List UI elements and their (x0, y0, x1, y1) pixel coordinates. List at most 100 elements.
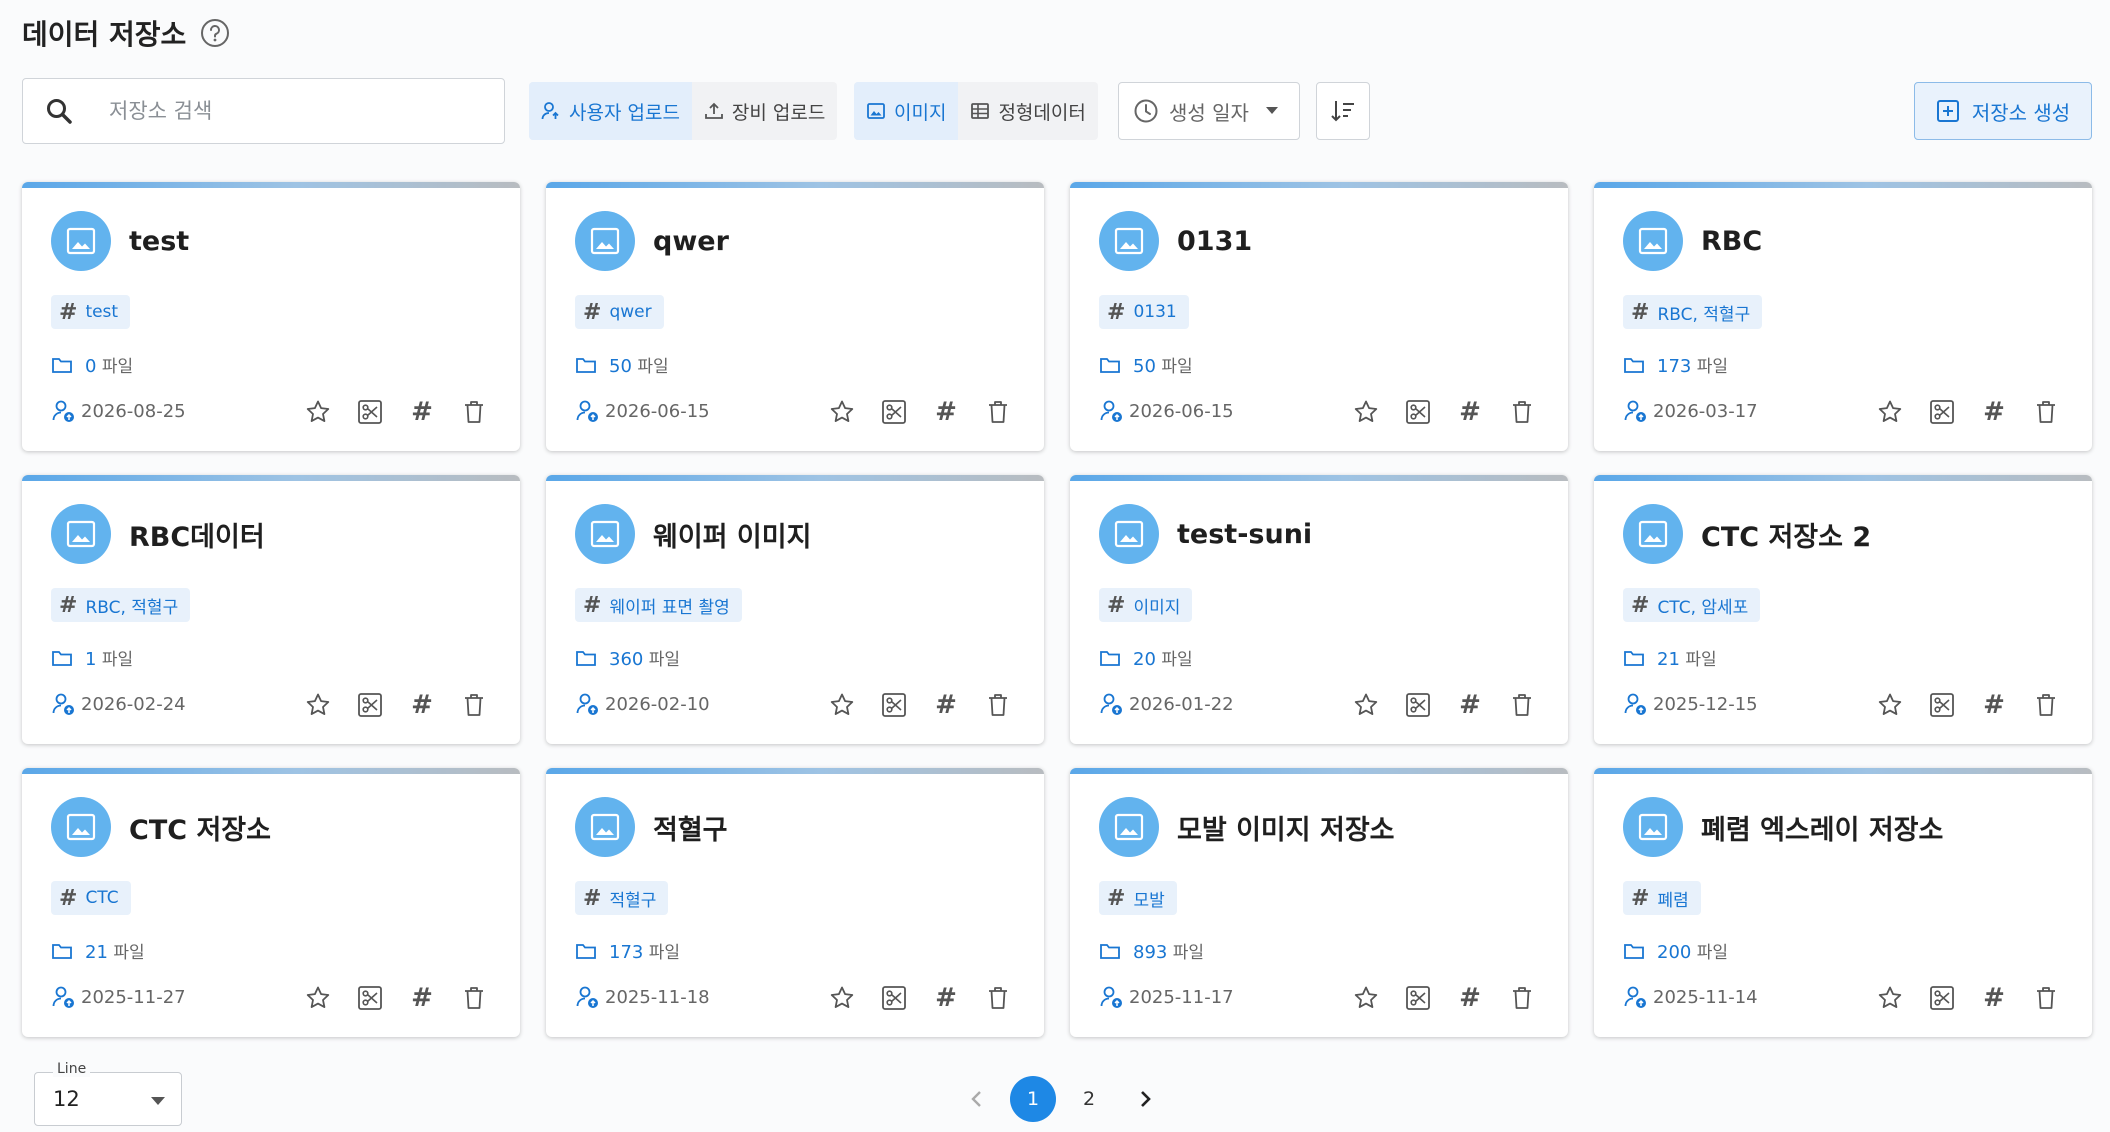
cut-icon[interactable] (878, 982, 910, 1014)
sort-field-select[interactable]: 생성 일자 (1118, 82, 1300, 140)
file-count: 173 파일 (575, 938, 680, 963)
tag-edit-icon[interactable]: # (1978, 689, 2010, 721)
cut-icon[interactable] (1926, 689, 1958, 721)
created-date: 2025-11-17 (1099, 984, 1234, 1010)
card-actions: # (1874, 396, 2062, 428)
file-count-value: 0 (85, 356, 97, 377)
repository-card[interactable]: 웨이퍼 이미지 # 웨이퍼 표면 촬영 360 파일 2026-02-10 # (546, 475, 1044, 744)
tag-edit-icon[interactable]: # (406, 982, 438, 1014)
rows-per-page-select[interactable]: Line 12 (34, 1061, 182, 1126)
delete-trash-icon[interactable] (1506, 689, 1538, 721)
filter-user-upload[interactable]: 사용자 업로드 (529, 82, 692, 140)
favorite-star-icon[interactable] (302, 982, 334, 1014)
delete-trash-icon[interactable] (458, 982, 490, 1014)
cut-icon[interactable] (1926, 396, 1958, 428)
delete-trash-icon[interactable] (2030, 396, 2062, 428)
tag-edit-icon[interactable]: # (1454, 689, 1486, 721)
page-header: 데이터 저장소 (22, 12, 230, 54)
folder-icon (576, 650, 596, 666)
favorite-star-icon[interactable] (826, 982, 858, 1014)
delete-trash-icon[interactable] (458, 689, 490, 721)
delete-trash-icon[interactable] (2030, 689, 2062, 721)
favorite-star-icon[interactable] (1350, 689, 1382, 721)
folder-icon (1100, 943, 1120, 959)
repository-card[interactable]: test # test 0 파일 2026-08-25 # (22, 182, 520, 451)
tag-edit-icon[interactable]: # (406, 396, 438, 428)
repository-card[interactable]: CTC 저장소 # CTC 21 파일 2025-11-27 # (22, 768, 520, 1037)
cut-icon[interactable] (1926, 982, 1958, 1014)
search-input[interactable] (109, 99, 469, 123)
repository-name: RBC데이터 (129, 521, 265, 553)
tag-edit-icon[interactable]: # (1978, 982, 2010, 1014)
chevron-left-icon (971, 1091, 981, 1107)
repository-card[interactable]: RBC데이터 # RBC, 적혈구 1 파일 2026-02-24 # (22, 475, 520, 744)
repository-card[interactable]: test-suni # 이미지 20 파일 2026-01-22 # (1070, 475, 1568, 744)
favorite-star-icon[interactable] (1350, 982, 1382, 1014)
favorite-star-icon[interactable] (302, 689, 334, 721)
tag-edit-icon[interactable]: # (406, 689, 438, 721)
source-filter-group: 사용자 업로드 장비 업로드 (529, 82, 838, 140)
delete-trash-icon[interactable] (458, 396, 490, 428)
cut-icon[interactable] (1402, 689, 1434, 721)
favorite-star-icon[interactable] (826, 396, 858, 428)
file-count-unit: 파일 (113, 943, 145, 963)
delete-trash-icon[interactable] (2030, 982, 2062, 1014)
repository-name: qwer (653, 225, 729, 257)
prev-page-button[interactable] (954, 1076, 1000, 1122)
search-icon (43, 95, 75, 127)
cut-icon[interactable] (878, 396, 910, 428)
tag-edit-icon[interactable]: # (930, 689, 962, 721)
page-1-button[interactable]: 1 (1010, 1076, 1056, 1122)
delete-trash-icon[interactable] (1506, 982, 1538, 1014)
tag-edit-icon[interactable]: # (930, 396, 962, 428)
page-2-button[interactable]: 2 (1066, 1076, 1112, 1122)
sort-direction-button[interactable] (1316, 82, 1370, 140)
filter-structured-label: 정형데이터 (998, 101, 1086, 124)
favorite-star-icon[interactable] (302, 396, 334, 428)
delete-trash-icon[interactable] (982, 982, 1014, 1014)
cut-icon[interactable] (1402, 982, 1434, 1014)
filter-device-upload[interactable]: 장비 업로드 (692, 82, 837, 140)
repository-card[interactable]: RBC # RBC, 적혈구 173 파일 2026-03-17 # (1594, 182, 2092, 451)
created-date: 2025-11-18 (575, 984, 710, 1010)
image-repository-icon (51, 211, 111, 271)
favorite-star-icon[interactable] (826, 689, 858, 721)
tag-edit-icon[interactable]: # (1454, 396, 1486, 428)
repository-name: test-suni (1177, 518, 1313, 550)
hash-icon: # (1107, 299, 1126, 325)
favorite-star-icon[interactable] (1874, 396, 1906, 428)
delete-trash-icon[interactable] (1506, 396, 1538, 428)
create-repository-button[interactable]: 저장소 생성 (1914, 82, 2092, 140)
delete-trash-icon[interactable] (982, 396, 1014, 428)
repository-card[interactable]: CTC 저장소 2 # CTC, 암세포 21 파일 2025-12-15 # (1594, 475, 2092, 744)
favorite-star-icon[interactable] (1874, 689, 1906, 721)
filter-structured[interactable]: 정형데이터 (958, 82, 1097, 140)
tag-edit-icon[interactable]: # (1454, 982, 1486, 1014)
repository-card[interactable]: 적혈구 # 적혈구 173 파일 2025-11-18 # (546, 768, 1044, 1037)
card-accent-bar (1070, 182, 1568, 188)
filter-image[interactable]: 이미지 (854, 82, 959, 140)
created-date: 2025-11-27 (51, 984, 186, 1010)
cut-icon[interactable] (354, 982, 386, 1014)
tag-edit-icon[interactable]: # (930, 982, 962, 1014)
repository-card[interactable]: qwer # qwer 50 파일 2026-06-15 # (546, 182, 1044, 451)
repository-card[interactable]: 폐렴 엑스레이 저장소 # 폐렴 200 파일 2025-11-14 # (1594, 768, 2092, 1037)
cut-icon[interactable] (1402, 396, 1434, 428)
repository-card[interactable]: 모발 이미지 저장소 # 모발 893 파일 2025-11-17 # (1070, 768, 1568, 1037)
next-page-button[interactable] (1122, 1076, 1168, 1122)
card-actions: # (1350, 689, 1538, 721)
cut-icon[interactable] (354, 689, 386, 721)
help-icon[interactable] (200, 18, 230, 48)
chevron-right-icon (1141, 1091, 1151, 1107)
favorite-star-icon[interactable] (1350, 396, 1382, 428)
file-count-value: 173 (1657, 356, 1692, 377)
repository-card[interactable]: 0131 # 0131 50 파일 2026-06-15 # (1070, 182, 1568, 451)
file-count-unit: 파일 (1161, 357, 1193, 377)
favorite-star-icon[interactable] (1874, 982, 1906, 1014)
delete-trash-icon[interactable] (982, 689, 1014, 721)
image-repository-icon (51, 797, 111, 857)
cut-icon[interactable] (878, 689, 910, 721)
repository-name: CTC 저장소 2 (1701, 521, 1872, 553)
tag-edit-icon[interactable]: # (1978, 396, 2010, 428)
cut-icon[interactable] (354, 396, 386, 428)
